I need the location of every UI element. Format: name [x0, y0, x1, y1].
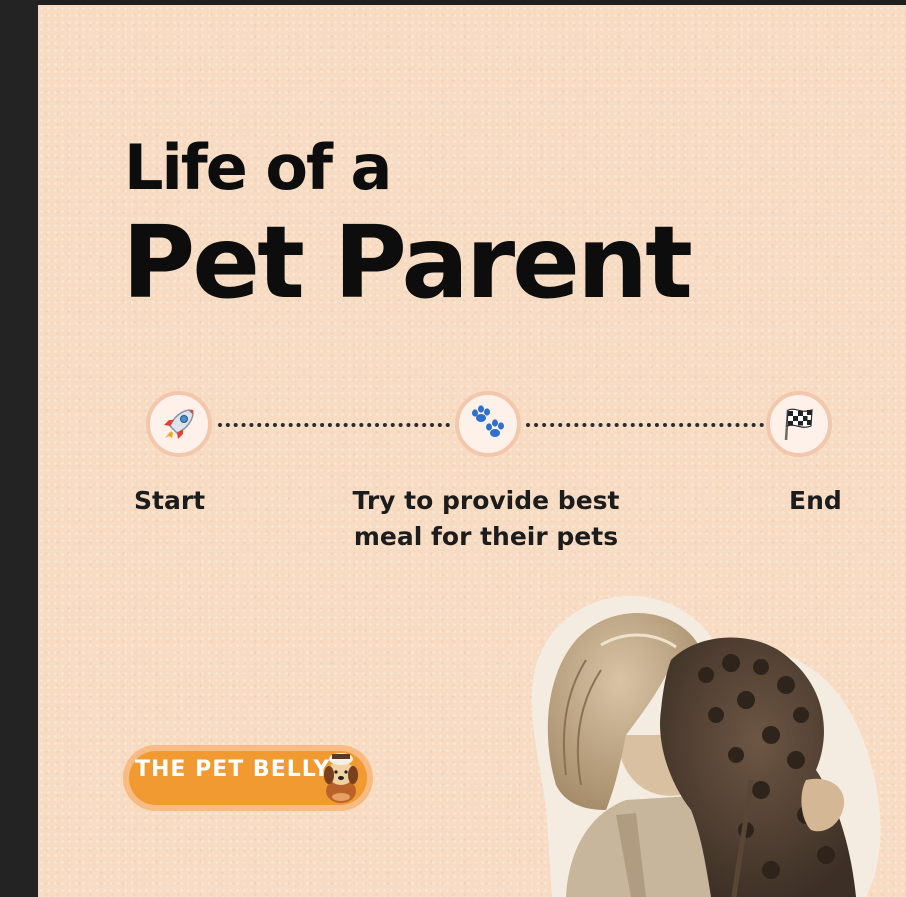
step-end-label: End	[789, 486, 842, 515]
pet-belly-logo: THE PET BELLY	[123, 745, 373, 811]
paw-prints-icon	[472, 405, 504, 437]
title-line-2: Pet Parent	[122, 204, 693, 321]
step-start-circle	[146, 391, 212, 457]
step-middle-label-line-2: meal for their pets	[353, 522, 619, 551]
step-start-label: Start	[134, 486, 206, 515]
woman-hugging-dog-photo	[531, 595, 881, 897]
logo-text: THE PET BELLY	[135, 757, 331, 782]
timeline-connector-1	[218, 423, 450, 427]
checkered-flag-icon	[784, 408, 813, 441]
poster-card: Life of a Pet Parent Start Try to provid…	[38, 5, 906, 897]
step-middle-label-line-1: Try to provide best	[352, 486, 620, 515]
step-end-circle	[766, 391, 832, 457]
rocket-icon	[164, 409, 194, 439]
left-border	[0, 0, 38, 897]
step-middle-circle	[455, 391, 521, 457]
timeline-connector-2	[526, 423, 764, 427]
dog-mascot-icon	[324, 753, 358, 803]
title-line-1: Life of a	[124, 131, 392, 204]
